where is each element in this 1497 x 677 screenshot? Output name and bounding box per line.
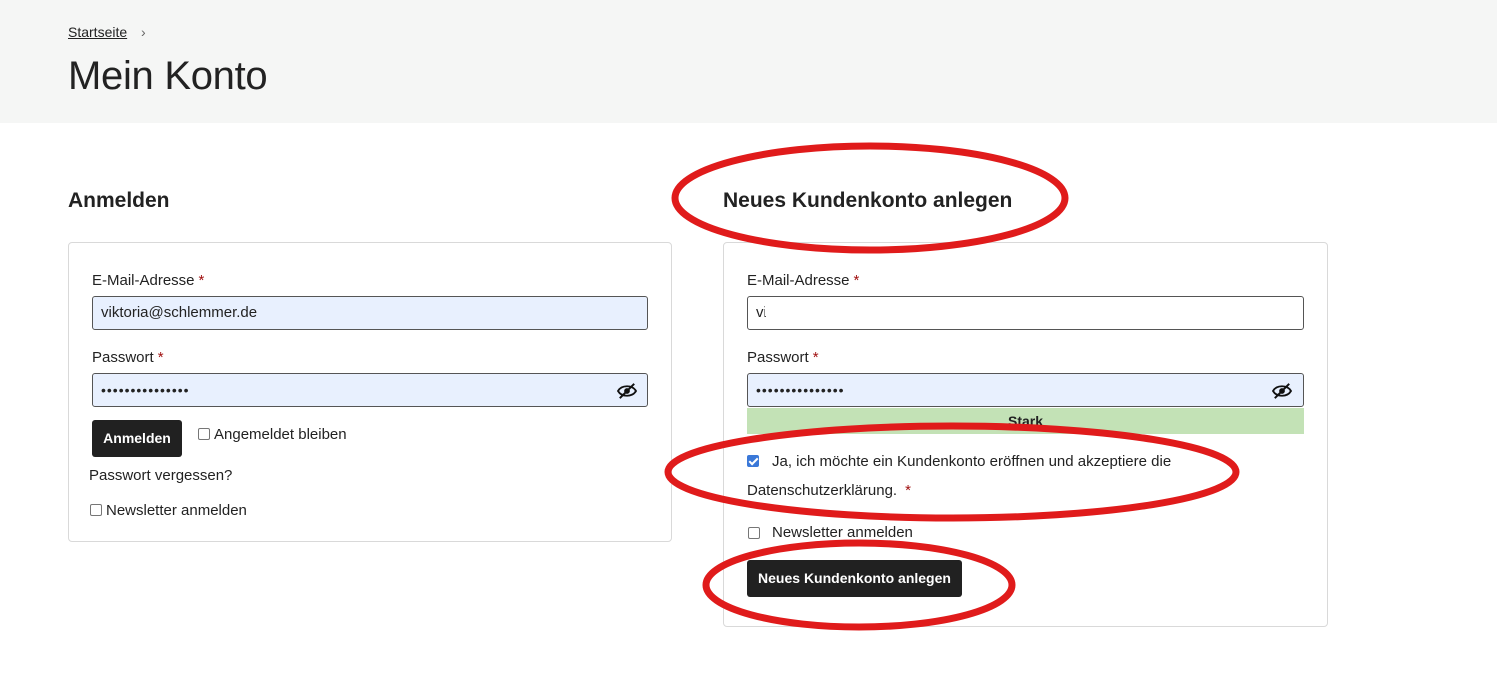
hide-password-icon[interactable] — [1271, 382, 1293, 400]
page-header: Startseite › Mein Konto — [0, 0, 1497, 123]
remember-me-label: Angemeldet bleiben — [214, 426, 347, 443]
breadcrumb-home-link[interactable]: Startseite — [68, 24, 127, 40]
login-submit-button[interactable]: Anmelden — [92, 420, 182, 457]
redaction-mark — [898, 306, 1158, 316]
password-strength-indicator: Stark — [747, 408, 1304, 434]
login-email-label: E-Mail-Adresse * — [92, 272, 205, 289]
forgot-password-link[interactable]: Passwort vergessen? — [89, 467, 232, 484]
register-newsletter-label: Newsletter anmelden — [772, 524, 913, 541]
register-email-label: E-Mail-Adresse * — [747, 272, 860, 289]
required-marker: * — [157, 349, 164, 366]
breadcrumb: Startseite › — [68, 24, 146, 40]
consent-label-line2: Datenschutzerklärung. * — [747, 482, 911, 499]
login-password-input[interactable]: ••••••••••••••• — [92, 373, 648, 407]
register-title: Neues Kundenkonto anlegen — [723, 189, 1013, 212]
redaction-mark — [765, 306, 885, 316]
register-newsletter-checkbox[interactable] — [748, 527, 760, 539]
login-newsletter-label: Newsletter anmelden — [106, 502, 247, 519]
required-marker: * — [812, 349, 819, 366]
login-title: Anmelden — [68, 189, 170, 212]
breadcrumb-chevron-icon: › — [141, 24, 146, 40]
hide-password-icon[interactable] — [616, 382, 638, 400]
required-marker: * — [853, 272, 860, 289]
register-password-label: Passwort * — [747, 349, 819, 366]
login-password-label: Passwort * — [92, 349, 164, 366]
required-marker: * — [198, 272, 205, 289]
register-submit-button[interactable]: Neues Kundenkonto anlegen — [747, 560, 962, 597]
page-title: Mein Konto — [68, 54, 268, 98]
login-newsletter-checkbox[interactable] — [90, 504, 102, 516]
login-email-input[interactable]: viktoria@schlemmer.de — [92, 296, 648, 330]
remember-me-checkbox[interactable] — [198, 428, 210, 440]
consent-label-line1: Ja, ich möchte ein Kundenkonto eröffnen … — [772, 453, 1172, 470]
consent-checkbox[interactable] — [747, 455, 759, 467]
register-password-input[interactable]: ••••••••••••••• — [747, 373, 1304, 407]
required-marker: * — [905, 482, 911, 499]
